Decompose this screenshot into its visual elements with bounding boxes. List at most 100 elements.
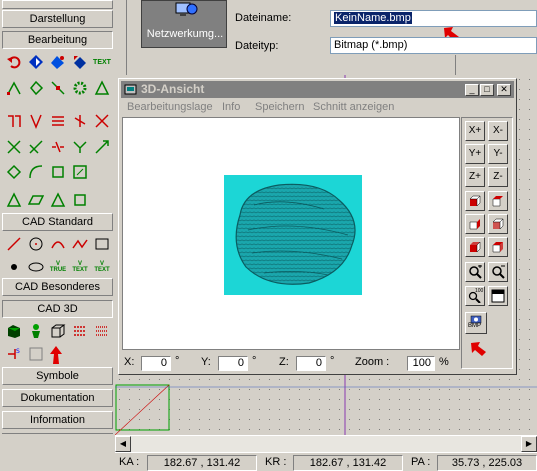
red-pointer-arrow-bmp-icon bbox=[468, 337, 488, 360]
view-front-cube-icon[interactable] bbox=[465, 191, 485, 211]
rotate-z-plus-button[interactable]: Z+ bbox=[465, 167, 485, 187]
stretch-icon[interactable] bbox=[70, 162, 90, 182]
view-3d-canvas[interactable] bbox=[122, 117, 460, 350]
node-edit-icon[interactable] bbox=[4, 78, 24, 98]
section-cad-standard-button[interactable]: CAD Standard bbox=[2, 213, 113, 231]
rotate-x-plus-button[interactable]: X+ bbox=[465, 121, 485, 141]
z-angle-input[interactable]: 0 bbox=[296, 356, 326, 371]
rectangle-icon[interactable] bbox=[92, 234, 112, 254]
break-icon[interactable] bbox=[48, 137, 68, 157]
section-dokumentation-button[interactable]: Dokumentation bbox=[2, 389, 113, 407]
rotate-x-minus-button[interactable]: X- bbox=[488, 121, 508, 141]
hatch-icon[interactable] bbox=[70, 321, 90, 341]
mirror-node-icon[interactable] bbox=[26, 111, 46, 131]
section-symbole-button[interactable]: Symbole bbox=[2, 367, 113, 385]
save-bmp-button[interactable]: BMP bbox=[465, 312, 487, 334]
view-3d-icon[interactable] bbox=[26, 344, 46, 364]
window-3d-ansicht: 3D-Ansicht _ □ ✕ Bearbeitungslage Info S… bbox=[118, 78, 517, 375]
zoom-in-icon[interactable] bbox=[465, 262, 485, 282]
horizontal-scrollbar[interactable]: ◀ ▶ bbox=[115, 435, 537, 452]
gear-icon[interactable] bbox=[70, 78, 90, 98]
rotate-y-plus-button[interactable]: Y+ bbox=[465, 144, 485, 164]
join-icon[interactable] bbox=[70, 137, 90, 157]
frame-icon[interactable] bbox=[48, 162, 68, 182]
text-icon[interactable]: V TEXT bbox=[70, 257, 90, 277]
scroll-left-icon[interactable]: ◀ bbox=[115, 436, 131, 452]
menu-schnitt-anzeigen[interactable]: Schnitt anzeigen bbox=[313, 101, 394, 113]
menu-speichern[interactable]: Speichern bbox=[255, 101, 305, 113]
rotate-diamond-icon[interactable] bbox=[70, 52, 90, 72]
zoom-100-button[interactable]: 100 bbox=[465, 286, 485, 306]
true-text-icon[interactable]: V TRUE bbox=[48, 257, 68, 277]
node-delete-icon[interactable] bbox=[48, 78, 68, 98]
section-cad-3d-button[interactable]: CAD 3D bbox=[2, 300, 113, 318]
pattern-icon[interactable] bbox=[92, 321, 112, 341]
x-angle-input[interactable]: 0 bbox=[141, 356, 171, 371]
render-background bbox=[224, 175, 362, 295]
filetype-select[interactable]: Bitmap (*.bmp) bbox=[330, 37, 537, 54]
ellipse-icon[interactable] bbox=[26, 257, 46, 277]
save-bmp-label: BMP bbox=[468, 323, 482, 329]
offset-shape-icon[interactable] bbox=[4, 162, 24, 182]
line-icon[interactable] bbox=[4, 234, 24, 254]
point-icon[interactable] bbox=[4, 257, 24, 277]
node-insert-icon[interactable] bbox=[26, 78, 46, 98]
polyline-icon[interactable] bbox=[70, 234, 90, 254]
undo-icon[interactable] bbox=[4, 52, 24, 72]
solid-cube-icon[interactable] bbox=[4, 321, 24, 341]
section-top-partial[interactable] bbox=[2, 0, 113, 9]
wireframe-cube-icon[interactable] bbox=[48, 321, 68, 341]
zoom-input[interactable]: 100 bbox=[407, 356, 435, 371]
trim-icon[interactable] bbox=[4, 137, 24, 157]
window-app-icon bbox=[124, 83, 138, 96]
figure-3d-icon[interactable] bbox=[26, 321, 46, 341]
view-side-cube-icon[interactable] bbox=[465, 214, 485, 234]
text-alt-icon[interactable]: V TEXT bbox=[92, 257, 112, 277]
filename-label: Dateiname: bbox=[235, 12, 292, 24]
view-top-cube-icon[interactable] bbox=[488, 191, 508, 211]
triangle-tool-icon[interactable] bbox=[92, 78, 112, 98]
network-button[interactable]: Netzwerkumg... bbox=[141, 0, 227, 48]
section-information-button[interactable]: Information bbox=[2, 411, 113, 429]
triangle-a-icon[interactable] bbox=[4, 190, 24, 210]
select-diamond-icon[interactable] bbox=[26, 52, 46, 72]
kr-value: 182.67 , 131.42 bbox=[293, 455, 403, 471]
cut-icon[interactable] bbox=[92, 111, 112, 131]
chamfer-icon[interactable] bbox=[92, 137, 112, 157]
filename-input[interactable]: KeinName.bmp bbox=[330, 10, 537, 27]
circle-icon[interactable] bbox=[26, 234, 46, 254]
extend-icon[interactable] bbox=[26, 137, 46, 157]
menu-bearbeitungslage[interactable]: Bearbeitungslage bbox=[127, 101, 213, 113]
arc-icon[interactable] bbox=[48, 234, 68, 254]
square-tool-icon[interactable] bbox=[70, 190, 90, 210]
move-diamond-icon[interactable] bbox=[48, 52, 68, 72]
align-lines-icon[interactable] bbox=[48, 111, 68, 131]
parallelogram-icon[interactable] bbox=[26, 190, 46, 210]
mirror-icon[interactable] bbox=[4, 111, 24, 131]
view-iso-cube-icon[interactable] bbox=[465, 237, 485, 257]
text-edit-icon[interactable]: TEXT bbox=[92, 52, 112, 72]
section-darstellung-button[interactable]: Darstellung bbox=[2, 10, 113, 28]
dialog-left-edge bbox=[115, 0, 127, 75]
round-corner-icon[interactable] bbox=[26, 162, 46, 182]
section-view-icon[interactable]: S bbox=[4, 344, 24, 364]
y-angle-input[interactable]: 0 bbox=[218, 356, 248, 371]
view-back-cube-icon[interactable] bbox=[488, 214, 508, 234]
minimize-icon[interactable]: _ bbox=[465, 84, 479, 96]
rotate-z-minus-button[interactable]: Z- bbox=[488, 167, 508, 187]
fullscreen-icon[interactable] bbox=[488, 286, 508, 306]
section-bearbeitung-button[interactable]: Bearbeitung bbox=[2, 31, 113, 49]
maximize-icon[interactable]: □ bbox=[480, 84, 494, 96]
menu-info[interactable]: Info bbox=[222, 101, 240, 113]
status-bar: KA : 182.67 , 131.42 KR : 182.67 , 131.4… bbox=[115, 452, 537, 471]
zoom-out-icon[interactable] bbox=[488, 262, 508, 282]
view-iso-alt-cube-icon[interactable] bbox=[488, 237, 508, 257]
tool-palette: Darstellung Bearbeitung TEXT CAD Standar… bbox=[0, 0, 115, 471]
scroll-right-icon[interactable]: ▶ bbox=[521, 436, 537, 452]
rotate-y-minus-button[interactable]: Y- bbox=[488, 144, 508, 164]
section-cad-besonderes-button[interactable]: CAD Besonderes bbox=[2, 278, 113, 296]
close-icon[interactable]: ✕ bbox=[497, 84, 511, 96]
split-icon[interactable] bbox=[70, 111, 90, 131]
triangle-b-icon[interactable] bbox=[48, 190, 68, 210]
window-3d-titlebar[interactable]: 3D-Ansicht _ □ ✕ bbox=[121, 81, 514, 98]
